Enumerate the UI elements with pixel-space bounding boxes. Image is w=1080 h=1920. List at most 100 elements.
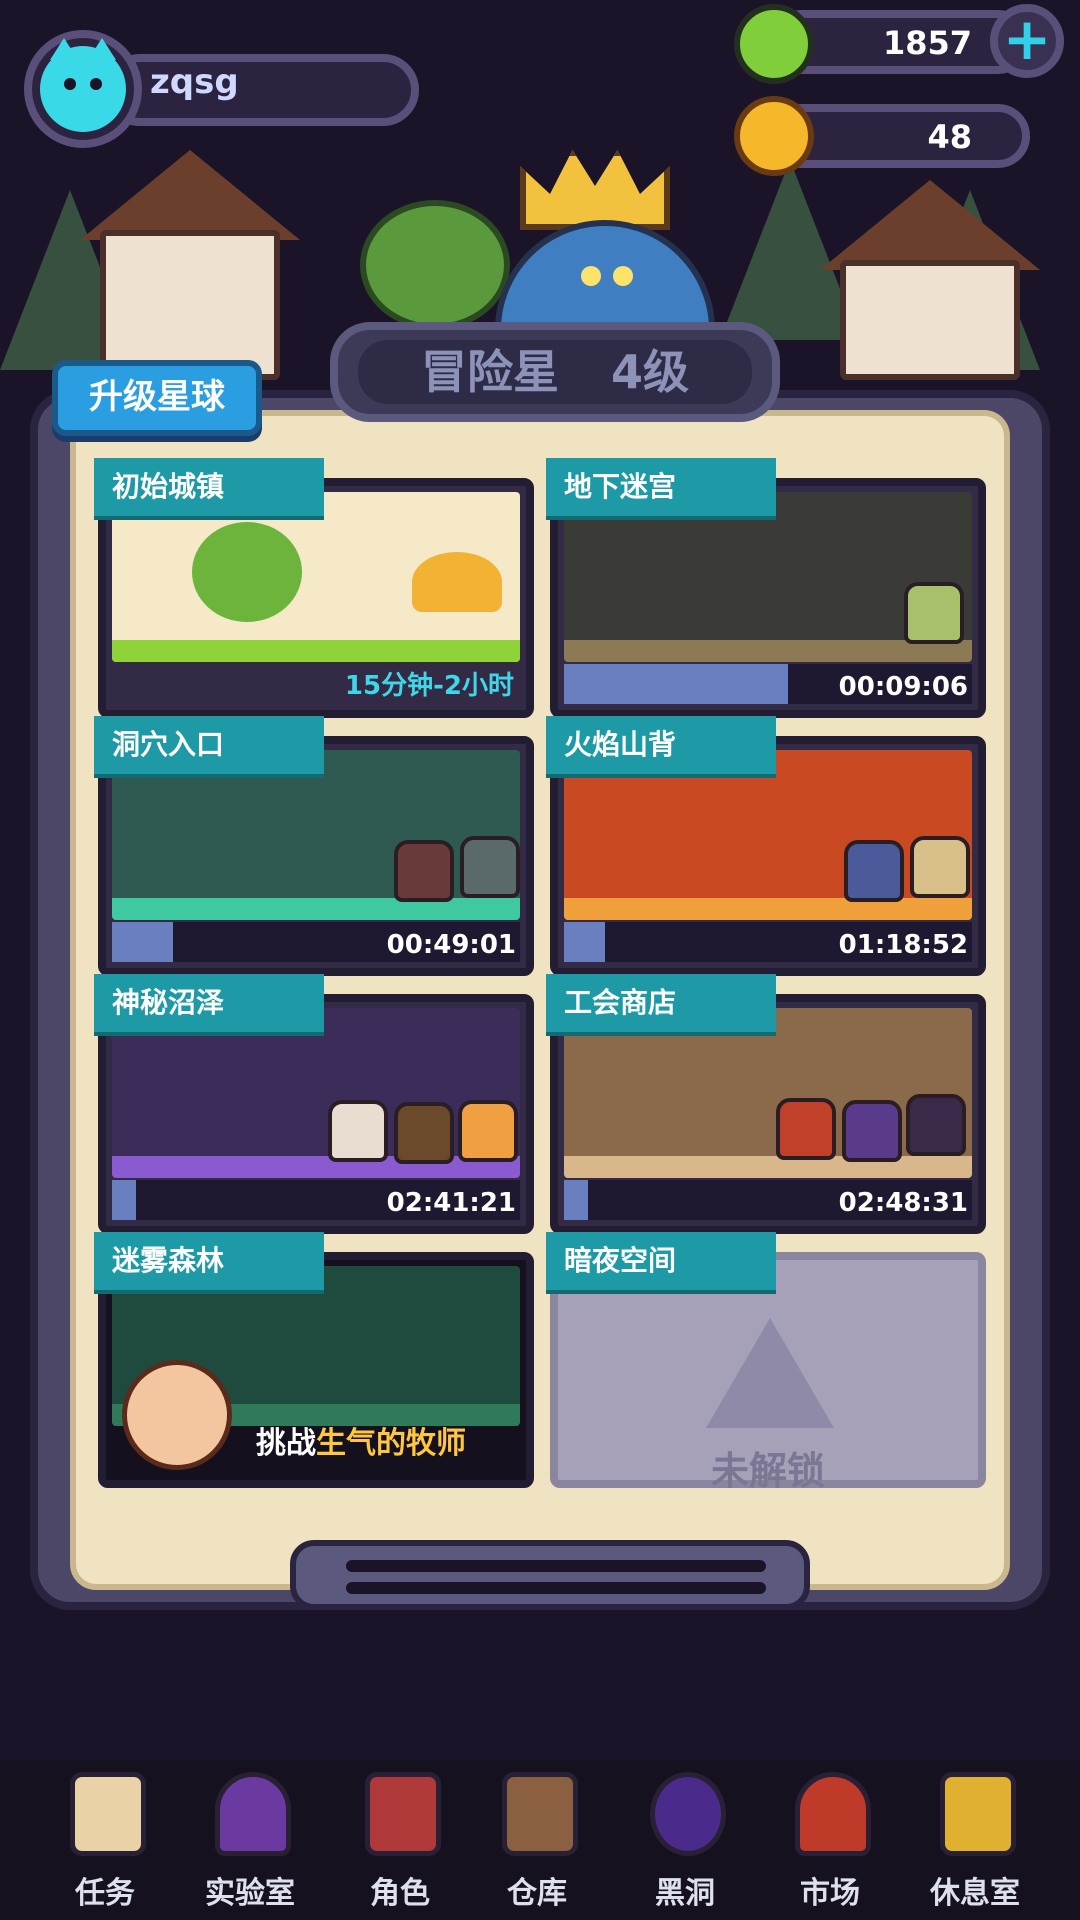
- hero-dwarf: [776, 1098, 836, 1160]
- hero-bear: [394, 840, 454, 902]
- market-icon: [795, 1772, 871, 1856]
- bottom-nav: 任务 实验室 角色 仓库 黑洞 市场 休息室: [0, 1760, 1080, 1920]
- nav-item-character[interactable]: 角色: [335, 1772, 465, 1920]
- level-card-mystic-swamp[interactable]: 02:41:21 神秘沼泽: [94, 974, 534, 1234]
- level-card-night-space[interactable]: 未解锁 暗夜空间: [546, 1232, 986, 1493]
- cat-eye: [90, 78, 102, 90]
- level-card-misty-forest[interactable]: 挑战生气的牧师 迷雾森林: [94, 1232, 534, 1488]
- angry-priest-boss: [122, 1360, 232, 1470]
- level-name: 暗夜空间: [546, 1232, 776, 1290]
- tree: [192, 522, 302, 622]
- ground: [564, 1156, 972, 1178]
- nav-label: 实验室: [205, 1876, 295, 1911]
- level-card-flame-ridge[interactable]: 01:18:52 火焰山背: [546, 716, 986, 976]
- level-name: 工会商店: [546, 974, 776, 1032]
- cat-ear: [88, 38, 116, 60]
- progress-fill: [564, 922, 605, 962]
- planet-name: 冒险星: [420, 345, 559, 399]
- hero-witch: [906, 1094, 966, 1156]
- level-card-underground-maze[interactable]: 00:09:06 地下迷宫: [546, 458, 986, 718]
- challenge-target: 生气的牧师: [316, 1426, 466, 1461]
- nav-item-lounge[interactable]: 休息室: [910, 1772, 1040, 1920]
- level-name: 火焰山背: [546, 716, 776, 774]
- house-roof: [80, 150, 300, 240]
- countdown-timer: 00:49:01: [386, 930, 516, 960]
- character-icon: [365, 1772, 441, 1856]
- planet-title: 冒险星 4级: [358, 340, 752, 404]
- eye: [581, 266, 601, 286]
- progress-fill: [112, 922, 174, 962]
- rail-slot: [346, 1560, 766, 1572]
- level-card-starting-town[interactable]: 15分钟-2小时 初始城镇: [94, 458, 534, 718]
- ground: [112, 898, 520, 920]
- cat-ear: [50, 38, 78, 60]
- countdown-timer: 01:18:52: [838, 930, 968, 960]
- lab-icon: [215, 1772, 291, 1856]
- level-scene: [564, 492, 972, 662]
- hero-cat: [842, 1100, 902, 1162]
- challenge-prefix: 挑战: [256, 1426, 316, 1461]
- duration-text: 15分钟-2小时: [344, 671, 514, 701]
- hero-angel: [394, 1102, 454, 1164]
- nav-label: 黑洞: [655, 1876, 715, 1911]
- level-scene: [112, 492, 520, 662]
- progress-fill: [112, 1180, 137, 1220]
- nav-label: 休息室: [930, 1876, 1020, 1911]
- hay-cart: [412, 552, 502, 612]
- countdown-timer: 02:48:31: [838, 1188, 968, 1218]
- board-bottom-rail: [290, 1540, 810, 1610]
- coin-amount: 1857: [882, 24, 972, 62]
- level-name: 神秘沼泽: [94, 974, 324, 1032]
- gem-amount: 48: [927, 118, 972, 156]
- progress-fill: [564, 1180, 589, 1220]
- house: [100, 230, 280, 380]
- nav-item-tasks[interactable]: 任务: [40, 1772, 170, 1920]
- ground: [112, 640, 520, 662]
- hero-warrior: [460, 836, 520, 898]
- nav-item-warehouse[interactable]: 仓库: [472, 1772, 602, 1920]
- black-hole-icon: [650, 1772, 726, 1856]
- level-name: 洞穴入口: [94, 716, 324, 774]
- locked-text: 未解锁: [710, 1449, 825, 1493]
- nav-label: 角色: [370, 1876, 430, 1911]
- nav-item-market[interactable]: 市场: [765, 1772, 895, 1920]
- level-name: 地下迷宫: [546, 458, 776, 516]
- hero-elf: [904, 582, 964, 644]
- house-roof: [820, 180, 1040, 270]
- level-scene: [112, 1008, 520, 1178]
- apple-bush: [360, 200, 510, 330]
- nav-label: 任务: [75, 1876, 135, 1911]
- eye: [613, 266, 633, 286]
- warehouse-chest-icon: [502, 1772, 578, 1856]
- level-card-guild-shop[interactable]: 02:48:31 工会商店: [546, 974, 986, 1234]
- planet-coin-icon: [734, 96, 814, 176]
- level-scene: [112, 750, 520, 920]
- ground: [564, 898, 972, 920]
- planet-level: 4级: [611, 345, 690, 399]
- planet-title-plate: 冒险星 4级: [330, 322, 780, 422]
- ground: [112, 1156, 520, 1178]
- level-card-cave-entrance[interactable]: 00:49:01 洞穴入口: [94, 716, 534, 976]
- nav-item-lab[interactable]: 实验室: [185, 1772, 315, 1920]
- upgrade-planet-button[interactable]: 升级星球: [52, 360, 262, 436]
- level-scene: [564, 750, 972, 920]
- avatar[interactable]: [40, 38, 126, 132]
- level-scene: [564, 1008, 972, 1178]
- crown-decoration: [520, 150, 670, 230]
- hero-bull: [328, 1100, 388, 1162]
- hero-wizard: [910, 836, 970, 898]
- countdown-timer: 02:41:21: [386, 1188, 516, 1218]
- nav-item-black-hole[interactable]: 黑洞: [620, 1772, 750, 1920]
- house: [840, 260, 1020, 380]
- warning-icon: [706, 1318, 834, 1428]
- challenge-text: 挑战生气的牧师: [256, 1418, 466, 1462]
- task-scroll-icon: [70, 1772, 146, 1856]
- add-currency-button[interactable]: +: [990, 4, 1064, 78]
- progress-fill: [564, 664, 789, 704]
- hero-mage: [844, 840, 904, 902]
- hero-fox: [458, 1100, 518, 1162]
- level-name: 初始城镇: [94, 458, 324, 516]
- countdown-timer: 00:09:06: [838, 672, 968, 702]
- cat-eye: [64, 78, 76, 90]
- username: zqsg: [150, 62, 239, 102]
